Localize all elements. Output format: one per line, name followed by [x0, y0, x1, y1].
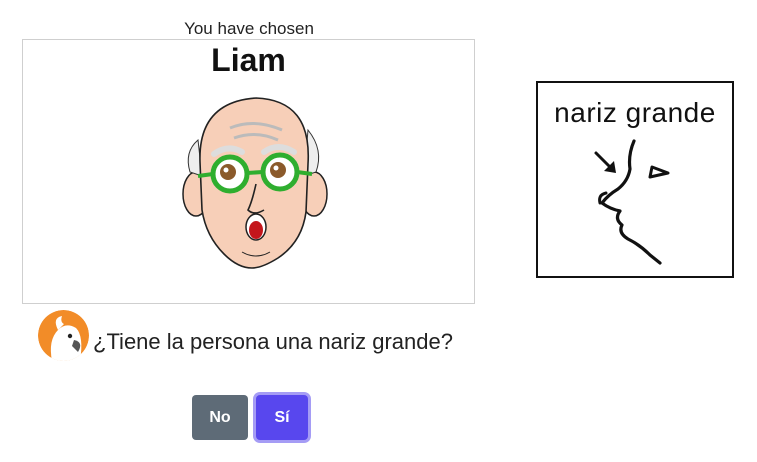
- no-button[interactable]: No: [192, 395, 248, 440]
- big-nose-icon: [594, 139, 670, 265]
- cockatoo-avatar-icon: [38, 310, 89, 361]
- character-face-icon: [182, 97, 328, 269]
- symbol-card: nariz grande: [536, 81, 734, 278]
- chosen-label: You have chosen: [184, 19, 314, 38]
- symbol-label: nariz grande: [554, 97, 716, 128]
- question-text: ¿Tiene la persona una nariz grande?: [93, 329, 453, 354]
- character-card: Liam: [22, 39, 475, 304]
- yes-button[interactable]: Sí: [256, 395, 308, 440]
- character-name: Liam: [211, 42, 286, 78]
